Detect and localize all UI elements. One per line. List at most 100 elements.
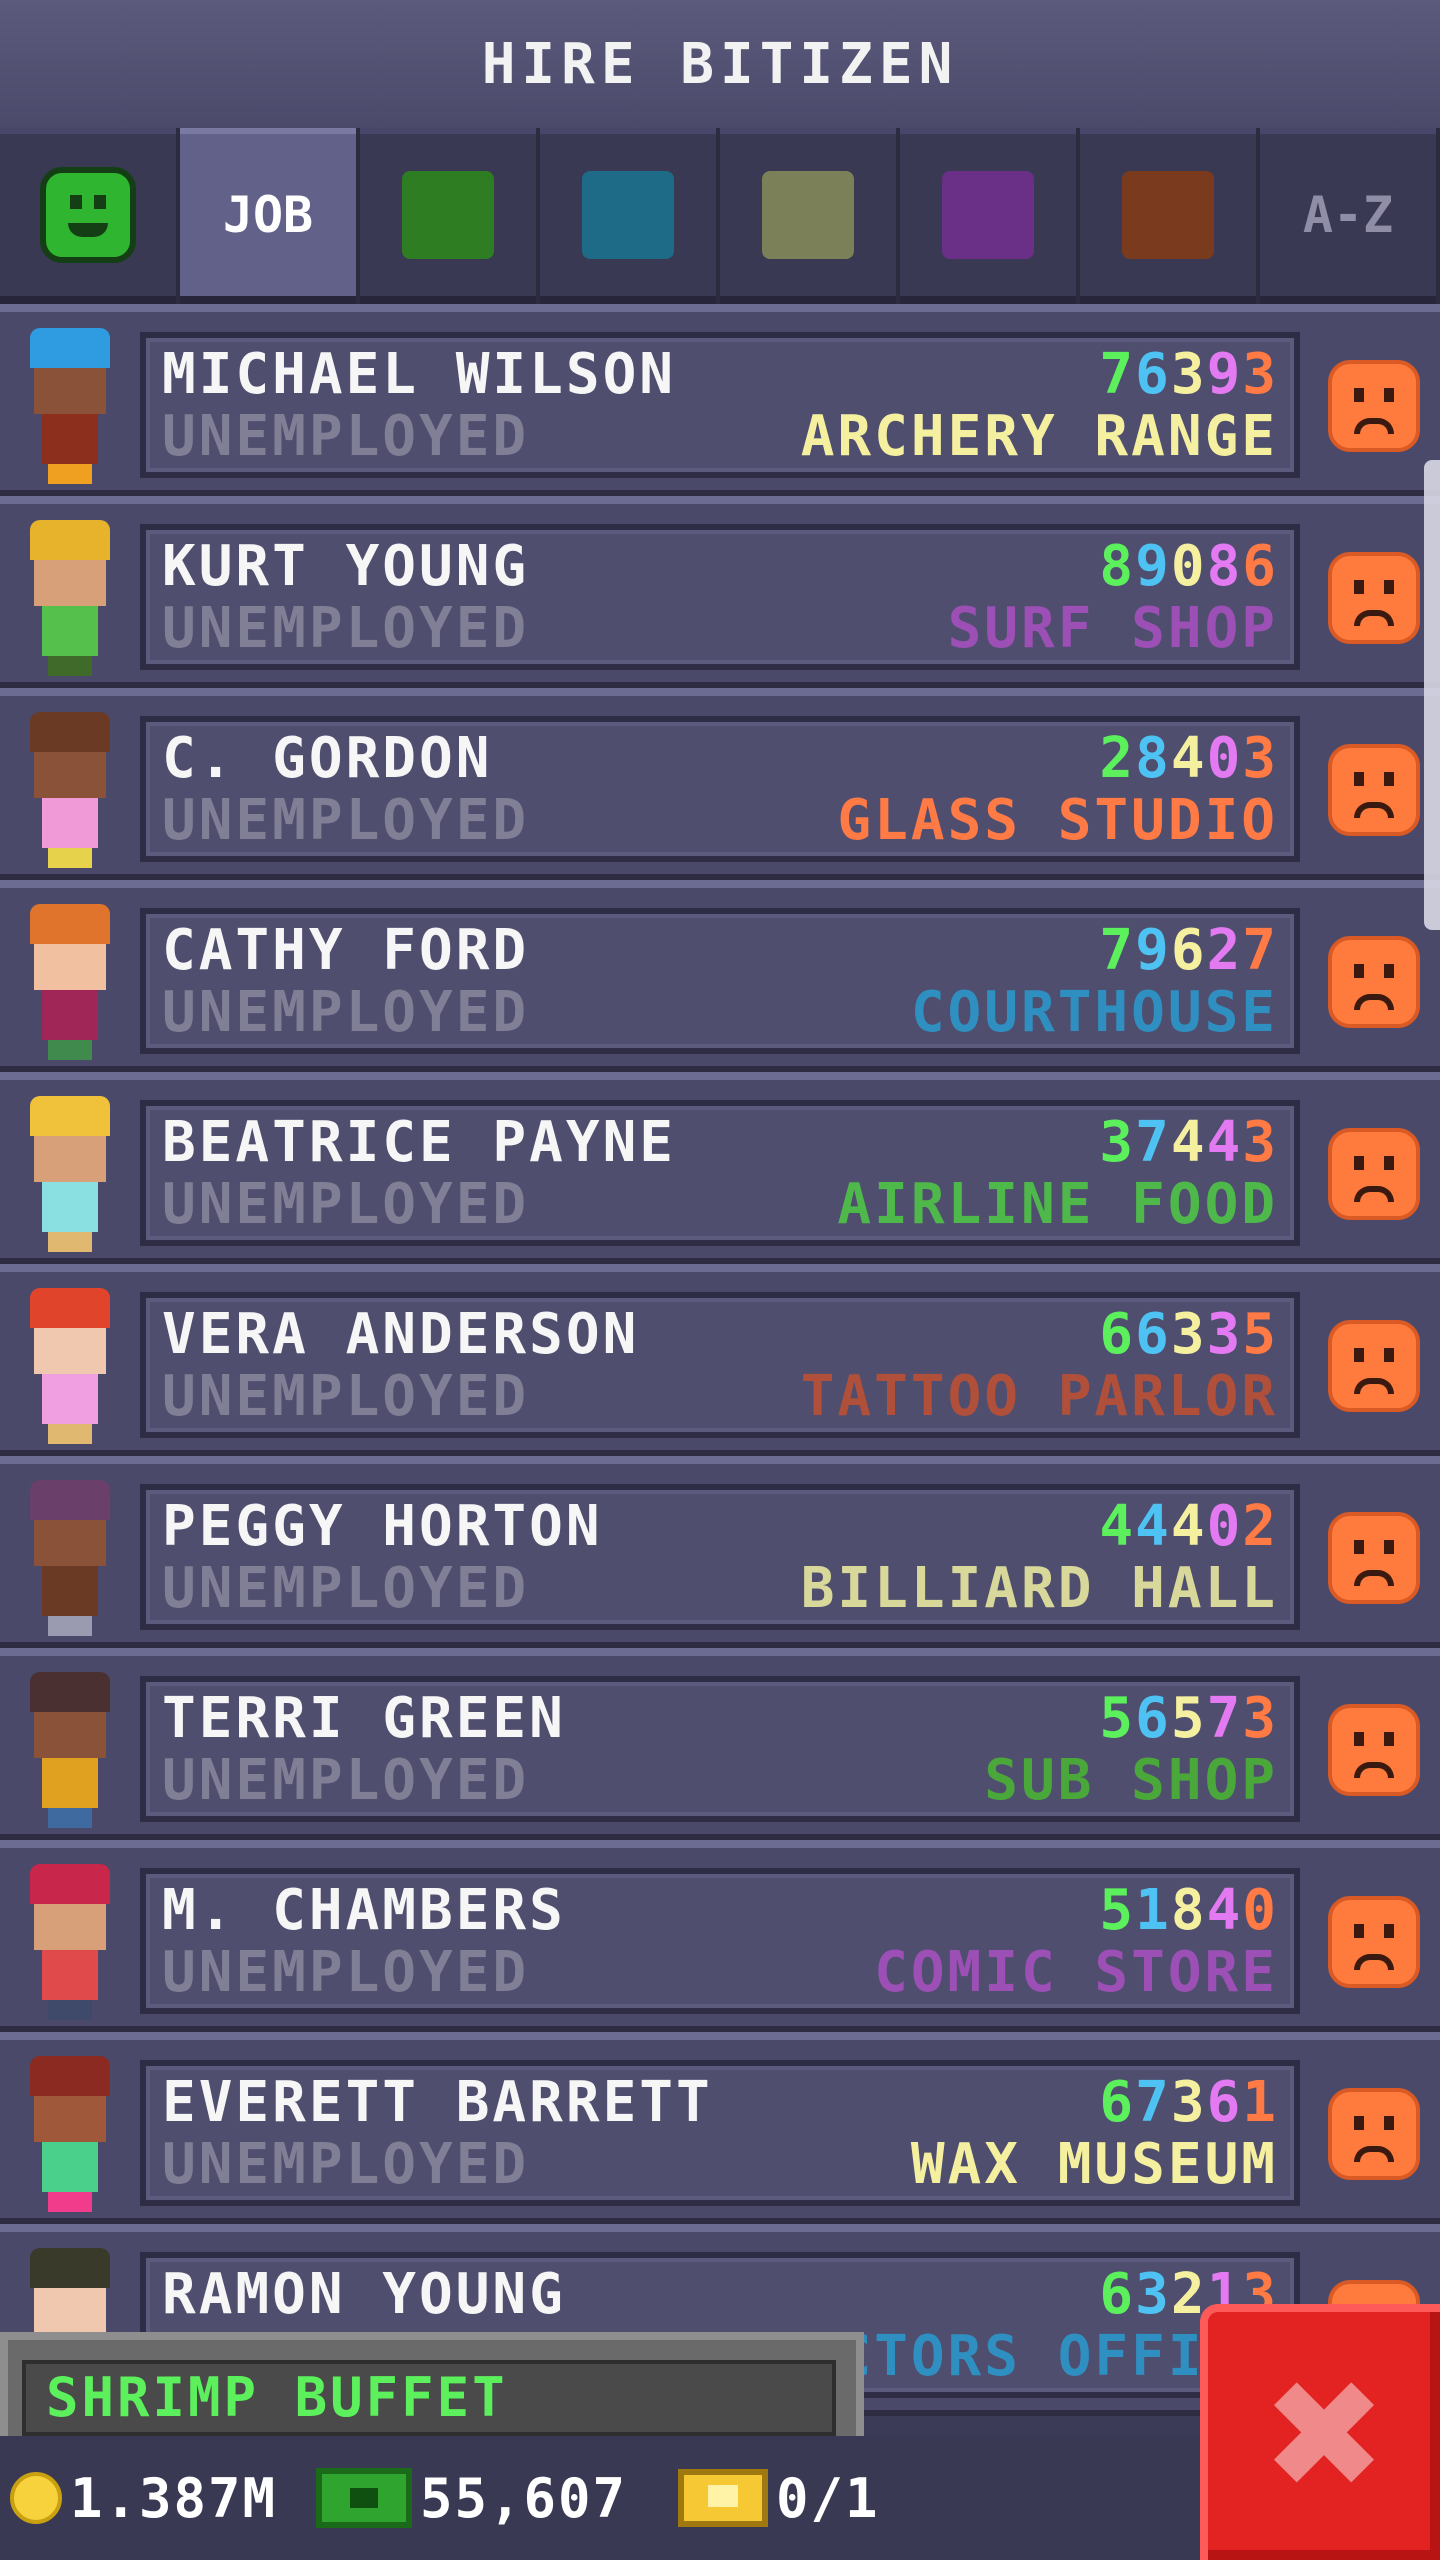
- sad-face-icon: [1328, 1128, 1420, 1220]
- building-label: SHRIMP BUFFET: [46, 2366, 508, 2429]
- bitizen-row[interactable]: BEATRICE PAYNE UNEMPLOYED 37443 AIRLINE FOO…: [0, 1072, 1440, 1264]
- tab-color-2[interactable]: [360, 128, 536, 304]
- skill-value: 7: [1135, 2070, 1171, 2135]
- bitizen-card[interactable]: BEATRICE PAYNE UNEMPLOYED 37443 AIRLINE FOO…: [140, 1100, 1300, 1246]
- bitizen-card[interactable]: VERA ANDERSON UNEMPLOYED 66335 TATTOO PARLO…: [140, 1292, 1300, 1438]
- skill-value: 4: [1206, 1878, 1243, 1943]
- bux-icon: [316, 2468, 412, 2528]
- bitizen-card[interactable]: PEGGY HORTON UNEMPLOYED 44402 BILLIARD HALL: [140, 1484, 1300, 1630]
- bitizen-skills: 66335: [1099, 1302, 1278, 1367]
- sad-face-icon: [1328, 936, 1420, 1028]
- bitizen-skills: 51840: [1099, 1878, 1278, 1943]
- bitizen-row[interactable]: VERA ANDERSON UNEMPLOYED 66335 TATTOO PARLO…: [0, 1264, 1440, 1456]
- coin-icon: [10, 2472, 62, 2524]
- bitizen-status: UNEMPLOYED: [162, 1748, 530, 1813]
- bitizen-row[interactable]: KURT YOUNG UNEMPLOYED 89086 SURF SHOP: [0, 496, 1440, 688]
- sad-face-icon: [1328, 2088, 1420, 2180]
- bitizen-status: UNEMPLOYED: [162, 1556, 530, 1621]
- bitizen-row[interactable]: CATHY FORD UNEMPLOYED 79627 COURTHOUSE: [0, 880, 1440, 1072]
- tickets-counter: 0/1: [678, 2458, 880, 2538]
- sad-face-icon: [1328, 1320, 1420, 1412]
- bitizen-status: UNEMPLOYED: [162, 404, 530, 469]
- skill-value: 7: [1135, 1110, 1171, 1175]
- close-button[interactable]: ✖: [1200, 2304, 1440, 2560]
- bitizen-name: BEATRICE PAYNE: [162, 1110, 677, 1175]
- bitizen-row[interactable]: EVERETT BARRETT UNEMPLOYED 67361 WAX MUSEUM: [0, 2032, 1440, 2224]
- building-label-box: SHRIMP BUFFET: [22, 2360, 836, 2436]
- color-swatch: [1122, 171, 1214, 259]
- skill-value: 6: [1135, 342, 1171, 407]
- bitizen-name: KURT YOUNG: [162, 534, 530, 599]
- skill-value: 8: [1099, 534, 1136, 599]
- bitizen-name: PEGGY HORTON: [162, 1494, 603, 1559]
- bitizen-status: UNEMPLOYED: [162, 788, 530, 853]
- bux-counter: 55,607: [316, 2458, 627, 2538]
- bitizen-skills: 56573: [1099, 1686, 1278, 1751]
- skill-value: 3: [1242, 1686, 1278, 1751]
- bitizen-card[interactable]: CATHY FORD UNEMPLOYED 79627 COURTHOUSE: [140, 908, 1300, 1054]
- bitizen-card[interactable]: MICHAEL WILSON UNEMPLOYED 76393 ARCHERY RAN…: [140, 332, 1300, 478]
- bitizen-name: TERRI GREEN: [162, 1686, 566, 1751]
- bitizen-status: UNEMPLOYED: [162, 1940, 530, 2005]
- tab-color-6[interactable]: [1080, 128, 1256, 304]
- bitizen-skills: 76393: [1099, 342, 1278, 407]
- skill-value: 8: [1206, 534, 1243, 599]
- bitizen-status: UNEMPLOYED: [162, 596, 530, 661]
- bitizen-skills: 37443: [1099, 1110, 1278, 1175]
- skill-value: 4: [1170, 1110, 1207, 1175]
- skill-value: 5: [1099, 1878, 1136, 1943]
- skill-value: 7: [1099, 918, 1136, 983]
- bitizen-row[interactable]: M. CHAMBERS UNEMPLOYED 51840 COMIC STORE: [0, 1840, 1440, 2032]
- tab-mood[interactable]: [0, 128, 176, 304]
- bitizen-row[interactable]: PEGGY HORTON UNEMPLOYED 44402 BILLIARD HALL: [0, 1456, 1440, 1648]
- color-swatch: [402, 171, 494, 259]
- bitizen-status: UNEMPLOYED: [162, 1364, 530, 1429]
- color-swatch: [762, 171, 854, 259]
- skill-value: 3: [1170, 1302, 1207, 1367]
- bitizen-avatar: [14, 1864, 126, 2024]
- dream-job: TATTOO PARLOR: [800, 1364, 1278, 1429]
- bitizen-card[interactable]: KURT YOUNG UNEMPLOYED 89086 SURF SHOP: [140, 524, 1300, 670]
- bitizen-card[interactable]: M. CHAMBERS UNEMPLOYED 51840 COMIC STORE: [140, 1868, 1300, 2014]
- tab-a-z[interactable]: A-Z: [1260, 128, 1436, 304]
- skill-value: 6: [1099, 2070, 1136, 2135]
- sad-face-icon: [1328, 1512, 1420, 1604]
- skill-value: 8: [1135, 726, 1171, 791]
- skill-value: 3: [1135, 2262, 1171, 2327]
- bitizen-card[interactable]: EVERETT BARRETT UNEMPLOYED 67361 WAX MUSEUM: [140, 2060, 1300, 2206]
- skill-value: 9: [1135, 918, 1171, 983]
- skill-value: 2: [1242, 1494, 1278, 1559]
- tab-label: A-Z: [1302, 186, 1394, 244]
- bitizen-row[interactable]: MICHAEL WILSON UNEMPLOYED 76393 ARCHERY RAN…: [0, 304, 1440, 496]
- bitizen-card[interactable]: TERRI GREEN UNEMPLOYED 56573 SUB SHOP: [140, 1676, 1300, 1822]
- skill-value: 6: [1099, 1302, 1136, 1367]
- scrollbar[interactable]: [1424, 460, 1440, 930]
- bitizen-skills: 44402: [1099, 1494, 1278, 1559]
- building-tab[interactable]: SHRIMP BUFFET: [0, 2332, 864, 2436]
- skill-value: 3: [1099, 1110, 1136, 1175]
- bitizen-avatar: [14, 1672, 126, 1832]
- bitizen-card[interactable]: C. GORDON UNEMPLOYED 28403 GLASS STUDIO: [140, 716, 1300, 862]
- sad-face-icon: [1328, 1704, 1420, 1796]
- bitizen-status: UNEMPLOYED: [162, 980, 530, 1045]
- sad-face-icon: [1328, 1896, 1420, 1988]
- skill-value: 9: [1206, 342, 1243, 407]
- tab-color-3[interactable]: [540, 128, 716, 304]
- skill-value: 9: [1135, 534, 1171, 599]
- skill-value: 1: [1242, 2070, 1278, 2135]
- sad-face-icon: [1328, 744, 1420, 836]
- tab-job[interactable]: JOB: [180, 128, 356, 304]
- skill-value: 6: [1206, 2070, 1243, 2135]
- skill-value: 2: [1099, 726, 1136, 791]
- sort-tab-bar: JOB A-Z: [0, 128, 1440, 304]
- bitizen-row[interactable]: C. GORDON UNEMPLOYED 28403 GLASS STUDIO: [0, 688, 1440, 880]
- skill-value: 4: [1206, 1110, 1243, 1175]
- skill-value: 6: [1135, 1302, 1171, 1367]
- bitizen-avatar: [14, 2056, 126, 2216]
- coins-value: 1.387M: [70, 2466, 278, 2530]
- skill-value: 3: [1170, 342, 1207, 407]
- bitizen-skills: 67361: [1099, 2070, 1278, 2135]
- tab-color-5[interactable]: [900, 128, 1076, 304]
- bitizen-row[interactable]: TERRI GREEN UNEMPLOYED 56573 SUB SHOP: [0, 1648, 1440, 1840]
- tab-color-4[interactable]: [720, 128, 896, 304]
